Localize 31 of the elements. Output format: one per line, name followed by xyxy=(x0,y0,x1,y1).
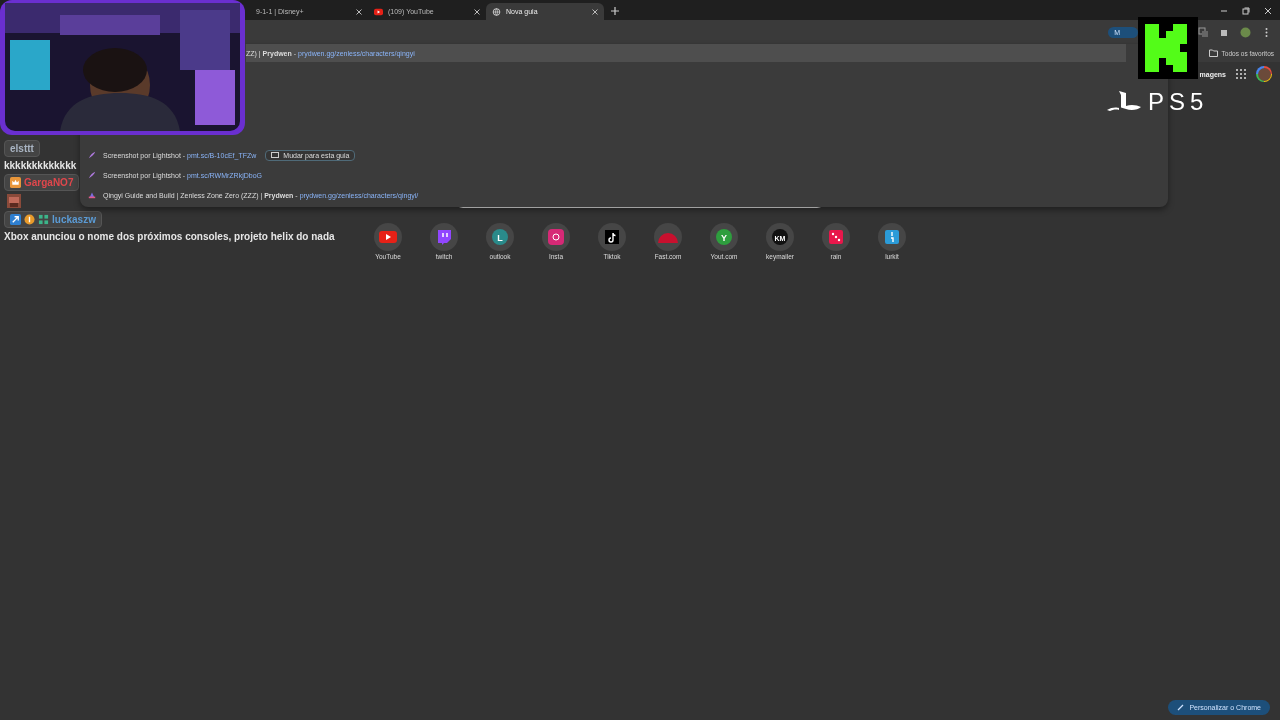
folder-icon xyxy=(1208,49,1218,57)
chat-username: luckaszw xyxy=(52,214,96,225)
arrow-badge-icon xyxy=(10,214,21,225)
letter-icon: L xyxy=(486,223,514,251)
restore-icon[interactable] xyxy=(1242,7,1250,15)
close-icon[interactable] xyxy=(1264,7,1272,15)
minimize-icon[interactable] xyxy=(1220,7,1228,15)
feather-icon xyxy=(88,151,96,159)
crown-icon xyxy=(10,177,21,188)
feather-icon xyxy=(88,171,96,179)
account-avatar[interactable] xyxy=(1256,66,1272,82)
tab-icon xyxy=(271,152,280,158)
chat-username: elsttt xyxy=(10,143,34,154)
close-tab-icon[interactable] xyxy=(356,8,362,15)
video-icon xyxy=(374,7,383,16)
chat-message: Xbox anunciou o nome dos próximos consoles, projeto helix do nada xyxy=(4,231,335,242)
close-tab-icon[interactable] xyxy=(474,8,480,15)
chat-message: kkkkkkkkkkkkk xyxy=(4,160,77,171)
globe-icon xyxy=(492,7,501,16)
letter-icon: Y xyxy=(710,223,738,251)
block-logo-icon xyxy=(1138,17,1198,79)
profile-icon[interactable] xyxy=(1240,26,1251,38)
close-tab-icon[interactable] xyxy=(592,8,598,15)
chat-username: GargaNO7 xyxy=(24,177,74,188)
site-icon xyxy=(88,191,96,199)
pencil-icon xyxy=(1177,704,1185,711)
translate-icon[interactable] xyxy=(1198,26,1209,38)
logo-text: PS5 xyxy=(1148,88,1209,116)
coin-icon xyxy=(24,214,35,225)
apps-grid-icon[interactable] xyxy=(1236,69,1246,79)
new-tab-icon[interactable] xyxy=(608,4,622,18)
